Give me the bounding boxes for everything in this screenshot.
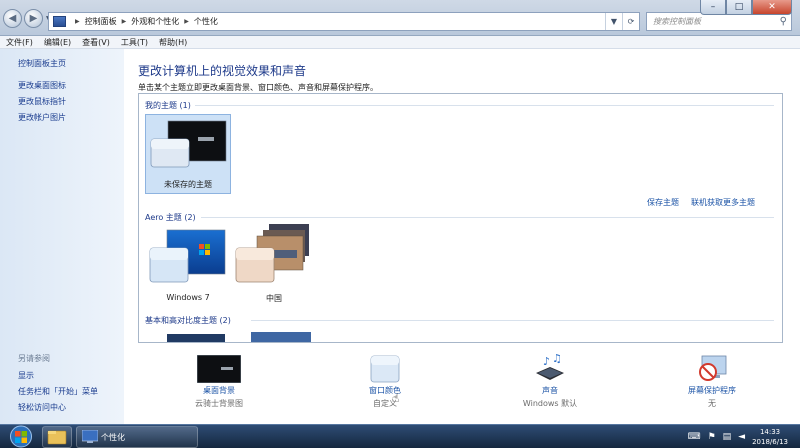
folder-icon bbox=[47, 430, 67, 445]
taskbar: 个性化 ⌨ ⚑ ▤ ◄ 14:33 2018/6/13 bbox=[0, 424, 800, 448]
title-bar: ◀ ▶ ▼ ▶ 控制面板 ▶ 外观和个性化 ▶ 个性化 ▼ ⟳ 搜索控制面板 ⚲… bbox=[0, 0, 800, 36]
desktop-background-icon bbox=[197, 355, 241, 383]
theme-unsaved[interactable]: 未保存的主题 bbox=[145, 114, 231, 194]
address-bar[interactable]: ▶ 控制面板 ▶ 外观和个性化 ▶ 个性化 ▼ ⟳ bbox=[48, 12, 640, 31]
breadcrumb-appearance[interactable]: 外观和个性化 bbox=[131, 16, 179, 27]
see-also-title: 另请参阅 bbox=[18, 354, 50, 363]
setting-value: 自定义 bbox=[373, 399, 397, 408]
theme-windows7[interactable]: Windows 7 bbox=[145, 224, 231, 304]
taskbar-personalization-button[interactable]: 个性化 bbox=[76, 426, 198, 448]
theme-name: Windows 7 bbox=[166, 293, 210, 302]
refresh-icon[interactable]: ⟳ bbox=[622, 13, 639, 30]
close-button[interactable]: ✕ bbox=[752, 0, 792, 15]
network-icon[interactable]: ▤ bbox=[723, 432, 732, 442]
menu-tools[interactable]: 工具(T) bbox=[121, 37, 148, 48]
control-panel-icon bbox=[53, 16, 66, 27]
breadcrumb-separator-icon[interactable]: ▶ bbox=[122, 18, 127, 25]
address-dropdown-icon[interactable]: ▼ bbox=[605, 13, 622, 30]
taskbar-app-label: 个性化 bbox=[101, 433, 125, 442]
setting-name[interactable]: 屏幕保护程序 bbox=[672, 385, 752, 396]
sidebar-link-mouse-pointers[interactable]: 更改鼠标指针 bbox=[18, 96, 66, 107]
sidebar-link-account-picture[interactable]: 更改帐户图片 bbox=[18, 112, 66, 123]
window-color-icon bbox=[370, 355, 400, 383]
setting-sounds[interactable]: ♪ ♫ 声音 Windows 默认 bbox=[510, 353, 590, 409]
navigation-buttons: ◀ ▶ ▼ bbox=[3, 9, 51, 28]
setting-screen-saver[interactable]: 屏幕保护程序 无 bbox=[672, 355, 752, 409]
breadcrumb-separator-icon[interactable]: ▶ bbox=[75, 18, 80, 25]
forward-arrow-icon: ▶ bbox=[29, 13, 38, 24]
setting-name[interactable]: 声音 bbox=[510, 385, 590, 396]
sidebar: 控制面板主页 更改桌面图标 更改鼠标指针 更改帐户图片 另请参阅 显示 任务栏和… bbox=[0, 49, 124, 424]
maximize-button[interactable]: □ bbox=[726, 0, 752, 15]
see-also-display[interactable]: 显示 bbox=[18, 370, 34, 381]
setting-name[interactable]: 桌面背景 bbox=[184, 385, 254, 396]
address-bar-controls: ▼ ⟳ bbox=[605, 13, 639, 30]
setting-desktop-background[interactable]: 桌面背景 云骑士背景图 bbox=[184, 355, 254, 409]
clock[interactable]: 14:33 2018/6/13 bbox=[752, 427, 788, 447]
theme-name: 中国 bbox=[266, 294, 282, 303]
menu-edit[interactable]: 编辑(E) bbox=[44, 37, 71, 48]
setting-name[interactable]: 窗口颜色 bbox=[350, 385, 420, 396]
see-also-ease-of-access[interactable]: 轻松访问中心 bbox=[18, 402, 66, 413]
back-button[interactable]: ◀ bbox=[3, 9, 22, 28]
screen-saver-icon bbox=[699, 355, 727, 381]
system-tray: ⌨ ⚑ ▤ ◄ 14:33 2018/6/13 bbox=[688, 425, 800, 448]
menu-help[interactable]: 帮助(H) bbox=[159, 37, 187, 48]
group-divider bbox=[251, 320, 774, 321]
menu-file[interactable]: 文件(F) bbox=[6, 37, 33, 48]
clock-date: 2018/6/13 bbox=[752, 437, 788, 446]
window-caption-buttons: – □ ✕ bbox=[700, 0, 792, 15]
setting-value: 无 bbox=[708, 399, 716, 408]
keyboard-icon[interactable]: ⌨ bbox=[688, 432, 701, 442]
clock-time: 14:33 bbox=[759, 427, 781, 436]
taskbar-explorer-button[interactable] bbox=[42, 426, 72, 448]
see-also-taskbar[interactable]: 任务栏和「开始」菜单 bbox=[18, 386, 98, 397]
china-theme-thumbnail bbox=[235, 224, 309, 283]
sounds-icon: ♪ ♫ bbox=[536, 353, 564, 380]
main-content: 更改计算机上的视觉效果和声音 单击某个主题立即更改桌面背景、窗口颜色、声音和屏幕… bbox=[124, 49, 800, 424]
svg-text:♪: ♪ bbox=[543, 355, 550, 368]
save-theme-link[interactable]: 保存主题 bbox=[647, 197, 679, 208]
menu-view[interactable]: 查看(V) bbox=[82, 37, 110, 48]
aero-themes-title: Aero 主题 (2) bbox=[145, 213, 196, 222]
breadcrumb-personalization[interactable]: 个性化 bbox=[194, 16, 218, 27]
unsaved-theme-thumbnail bbox=[150, 120, 227, 168]
group-divider bbox=[201, 217, 774, 218]
svg-text:♫: ♫ bbox=[552, 353, 562, 365]
page-title: 更改计算机上的视觉效果和声音 bbox=[138, 64, 307, 78]
sidebar-link-home[interactable]: 控制面板主页 bbox=[18, 58, 66, 69]
search-icon[interactable]: ⚲ bbox=[780, 16, 787, 27]
back-arrow-icon: ◀ bbox=[8, 13, 17, 24]
hand-cursor-icon: ☝ bbox=[392, 391, 400, 405]
basic-themes-title: 基本和高对比度主题 (2) bbox=[145, 316, 231, 325]
search-input[interactable]: 搜索控制面板 bbox=[653, 16, 701, 27]
page-subtitle: 单击某个主题立即更改桌面背景、窗口颜色、声音和屏幕保护程序。 bbox=[138, 83, 378, 92]
forward-button[interactable]: ▶ bbox=[24, 9, 43, 28]
basic-theme-thumbnail[interactable] bbox=[167, 334, 225, 342]
setting-value: 云骑士背景图 bbox=[195, 399, 243, 408]
flag-icon[interactable]: ⚑ bbox=[708, 432, 716, 442]
theme-name: 未保存的主题 bbox=[164, 180, 212, 189]
menu-bar: 文件(F) 编辑(E) 查看(V) 工具(T) 帮助(H) bbox=[0, 36, 800, 49]
volume-icon[interactable]: ◄ bbox=[738, 432, 745, 442]
personalization-window: ◀ ▶ ▼ ▶ 控制面板 ▶ 外观和个性化 ▶ 个性化 ▼ ⟳ 搜索控制面板 ⚲… bbox=[0, 0, 800, 424]
personalization-icon bbox=[82, 430, 98, 443]
get-more-themes-link[interactable]: 联机获取更多主题 bbox=[691, 197, 755, 208]
sidebar-link-desktop-icons[interactable]: 更改桌面图标 bbox=[18, 80, 66, 91]
group-divider bbox=[195, 105, 774, 106]
start-button[interactable] bbox=[6, 425, 36, 448]
theme-china[interactable]: 中国 bbox=[231, 224, 317, 304]
setting-value: Windows 默认 bbox=[522, 399, 578, 408]
theme-list[interactable]: 我的主题 (1) 未保存的主题 保存主题 联机获取更多主题 Aero 主题 (2… bbox=[138, 93, 783, 343]
windows7-theme-thumbnail bbox=[149, 229, 226, 283]
setting-window-color[interactable]: 窗口颜色 自定义 ☝ bbox=[350, 355, 420, 409]
my-themes-title: 我的主题 (1) bbox=[145, 101, 191, 110]
minimize-button[interactable]: – bbox=[700, 0, 726, 15]
breadcrumb-separator-icon[interactable]: ▶ bbox=[184, 18, 189, 25]
basic-theme-thumbnail[interactable] bbox=[251, 332, 311, 342]
breadcrumb-control-panel[interactable]: 控制面板 bbox=[85, 16, 117, 27]
